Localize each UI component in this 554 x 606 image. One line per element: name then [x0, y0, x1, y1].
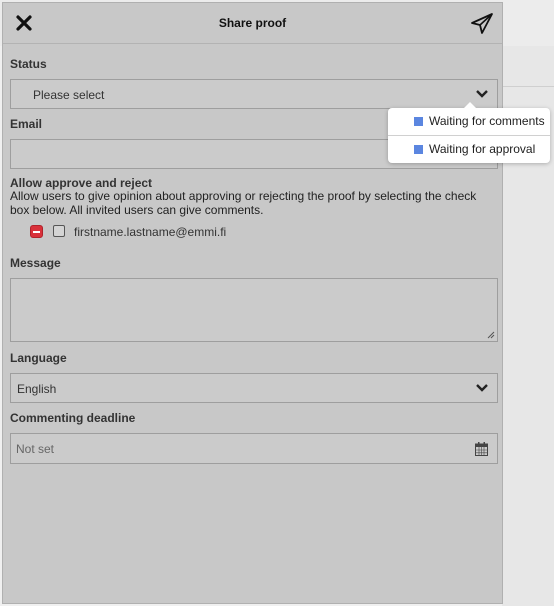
- message-label: Message: [10, 256, 61, 270]
- chevron-down-icon: [476, 90, 488, 98]
- deadline-value: Not set: [16, 442, 55, 456]
- share-proof-dialog: Share proof Status Please select Email A…: [2, 2, 503, 604]
- status-selected-value: Please select: [33, 88, 105, 102]
- status-label: Status: [10, 57, 47, 71]
- status-option-label: Waiting for comments: [429, 114, 545, 128]
- background-divider: [502, 86, 554, 87]
- language-label: Language: [10, 351, 67, 365]
- invited-user-email: firstname.lastname@emmi.fi: [74, 225, 227, 239]
- chevron-down-icon: [476, 384, 488, 392]
- status-color-swatch: [414, 117, 423, 126]
- status-option-waiting-for-approval[interactable]: Waiting for approval: [388, 136, 550, 163]
- status-options-popup: Waiting for comments Waiting for approva…: [388, 102, 550, 163]
- dialog-header: Share proof: [3, 3, 502, 44]
- paper-plane-icon[interactable]: [470, 12, 494, 36]
- message-textarea[interactable]: [10, 278, 498, 342]
- email-label: Email: [10, 117, 43, 131]
- status-color-swatch: [414, 145, 423, 154]
- remove-user-icon[interactable]: [30, 225, 43, 238]
- dialog-title: Share proof: [218, 16, 287, 30]
- language-select[interactable]: English: [10, 373, 498, 403]
- resize-grip-icon[interactable]: [487, 331, 495, 339]
- status-option-label: Waiting for approval: [429, 142, 536, 156]
- status-option-waiting-for-comments[interactable]: Waiting for comments: [388, 108, 550, 135]
- language-selected-value: English: [17, 382, 57, 396]
- calendar-icon[interactable]: [475, 442, 488, 456]
- deadline-label: Commenting deadline: [10, 411, 136, 425]
- deadline-date-field[interactable]: Not set: [10, 433, 498, 464]
- status-select[interactable]: Please select: [10, 79, 498, 109]
- approve-checkbox[interactable]: [53, 225, 65, 237]
- approve-label: Allow approve and reject: [10, 176, 153, 190]
- approve-help-text: Allow users to give opinion about approv…: [10, 189, 477, 217]
